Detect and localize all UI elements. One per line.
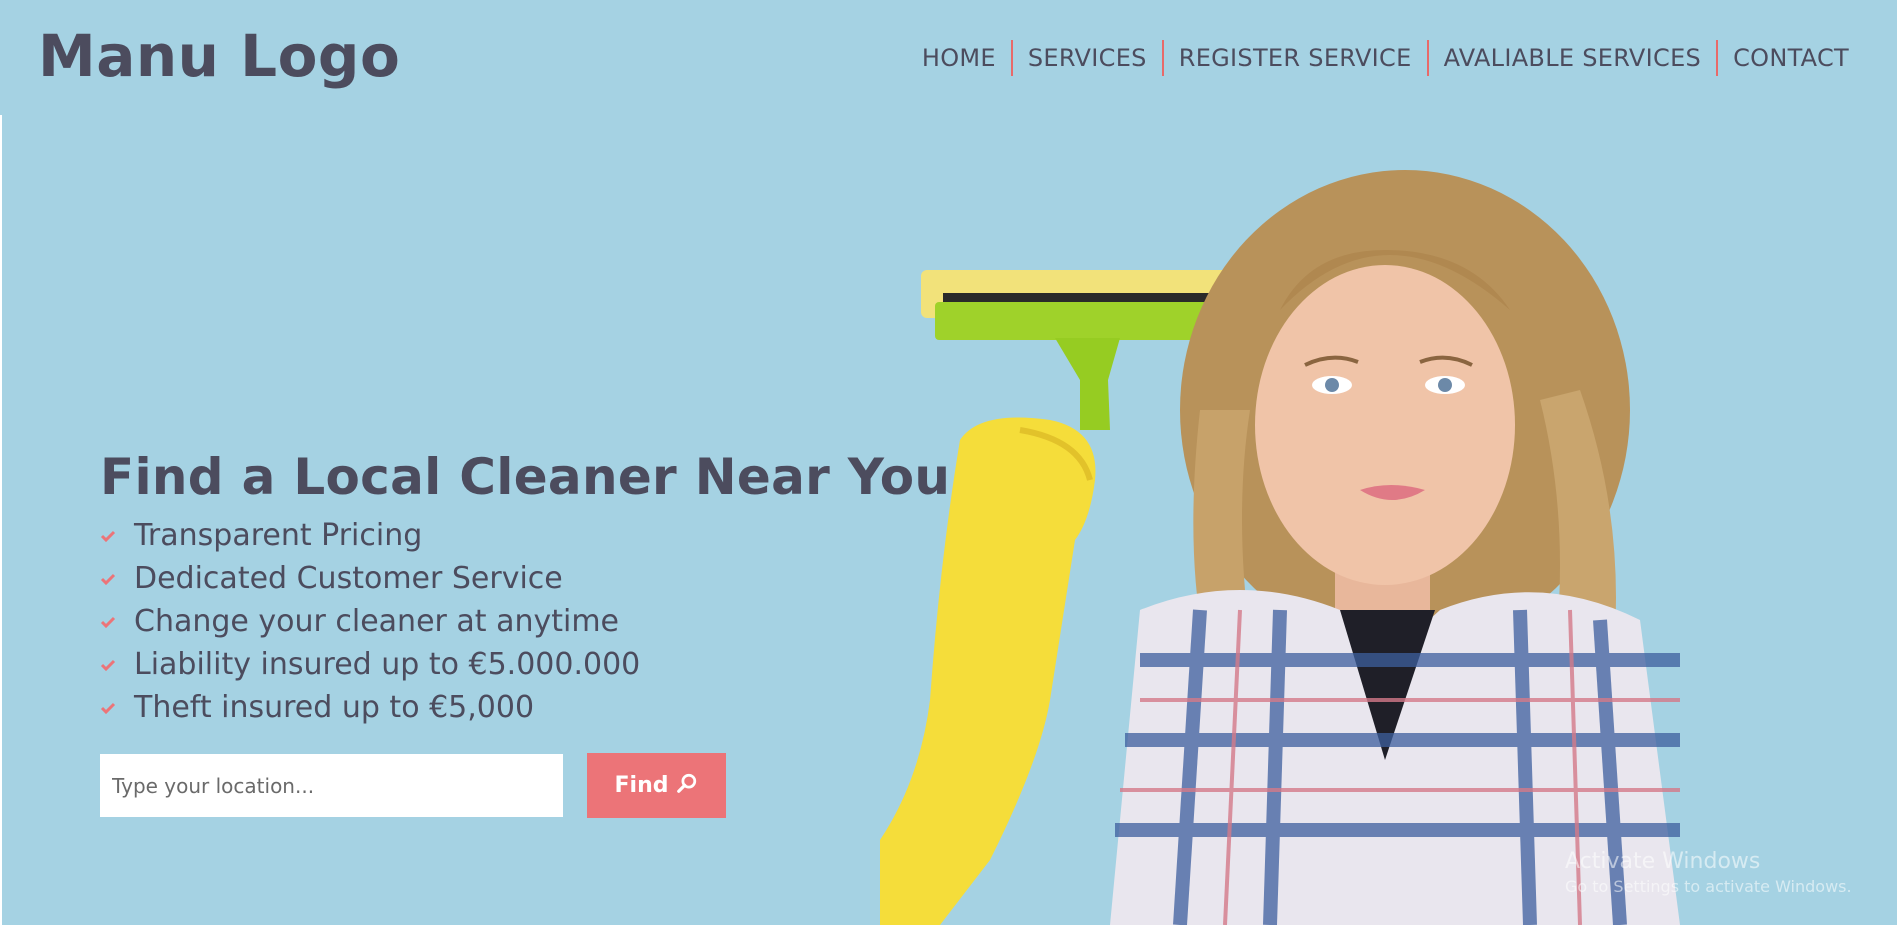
check-icon <box>100 658 134 672</box>
feature-text: Theft insured up to €5,000 <box>134 690 535 725</box>
feature-item: Liability insured up to €5.000.000 <box>100 643 900 686</box>
location-input[interactable] <box>100 754 563 817</box>
feature-text: Transparent Pricing <box>134 518 423 553</box>
location-search: Find <box>100 753 900 818</box>
landing-page: Manu Logo HOME SERVICES REGISTER SERVICE… <box>0 0 1897 925</box>
main-nav: HOME SERVICES REGISTER SERVICE AVALIABLE… <box>907 40 1849 76</box>
activate-windows-watermark: Activate Windows Go to Settings to activ… <box>1565 848 1852 897</box>
page-edge <box>0 115 2 925</box>
hero-section: Find a Local Cleaner Near You Transparen… <box>100 448 951 818</box>
check-icon <box>100 529 134 543</box>
find-button-label: Find <box>614 773 669 798</box>
feature-text: Dedicated Customer Service <box>134 561 563 596</box>
feature-text: Change your cleaner at anytime <box>134 604 620 639</box>
feature-item: Dedicated Customer Service <box>100 557 900 600</box>
nav-register-service[interactable]: REGISTER SERVICE <box>1164 44 1427 72</box>
hero-cleaner-photo <box>880 140 1880 925</box>
feature-item: Theft insured up to €5,000 <box>100 686 900 729</box>
find-button[interactable]: Find <box>587 753 726 818</box>
site-logo[interactable]: Manu Logo <box>38 22 400 90</box>
hero-title: Find a Local Cleaner Near You <box>100 448 951 506</box>
search-icon <box>676 772 698 800</box>
nav-services[interactable]: SERVICES <box>1013 44 1162 72</box>
site-header: Manu Logo HOME SERVICES REGISTER SERVICE… <box>0 0 1897 115</box>
nav-home[interactable]: HOME <box>907 44 1011 72</box>
nav-available-services[interactable]: AVALIABLE SERVICES <box>1429 44 1717 72</box>
feature-list: Transparent Pricing Dedicated Customer S… <box>100 514 900 729</box>
watermark-title: Activate Windows <box>1565 849 1761 874</box>
watermark-subtitle: Go to Settings to activate Windows. <box>1565 876 1852 896</box>
check-icon <box>100 572 134 586</box>
feature-item: Change your cleaner at anytime <box>100 600 900 643</box>
check-icon <box>100 701 134 715</box>
check-icon <box>100 615 134 629</box>
feature-text: Liability insured up to €5.000.000 <box>134 647 641 682</box>
feature-item: Transparent Pricing <box>100 514 900 557</box>
nav-contact[interactable]: CONTACT <box>1718 44 1849 72</box>
